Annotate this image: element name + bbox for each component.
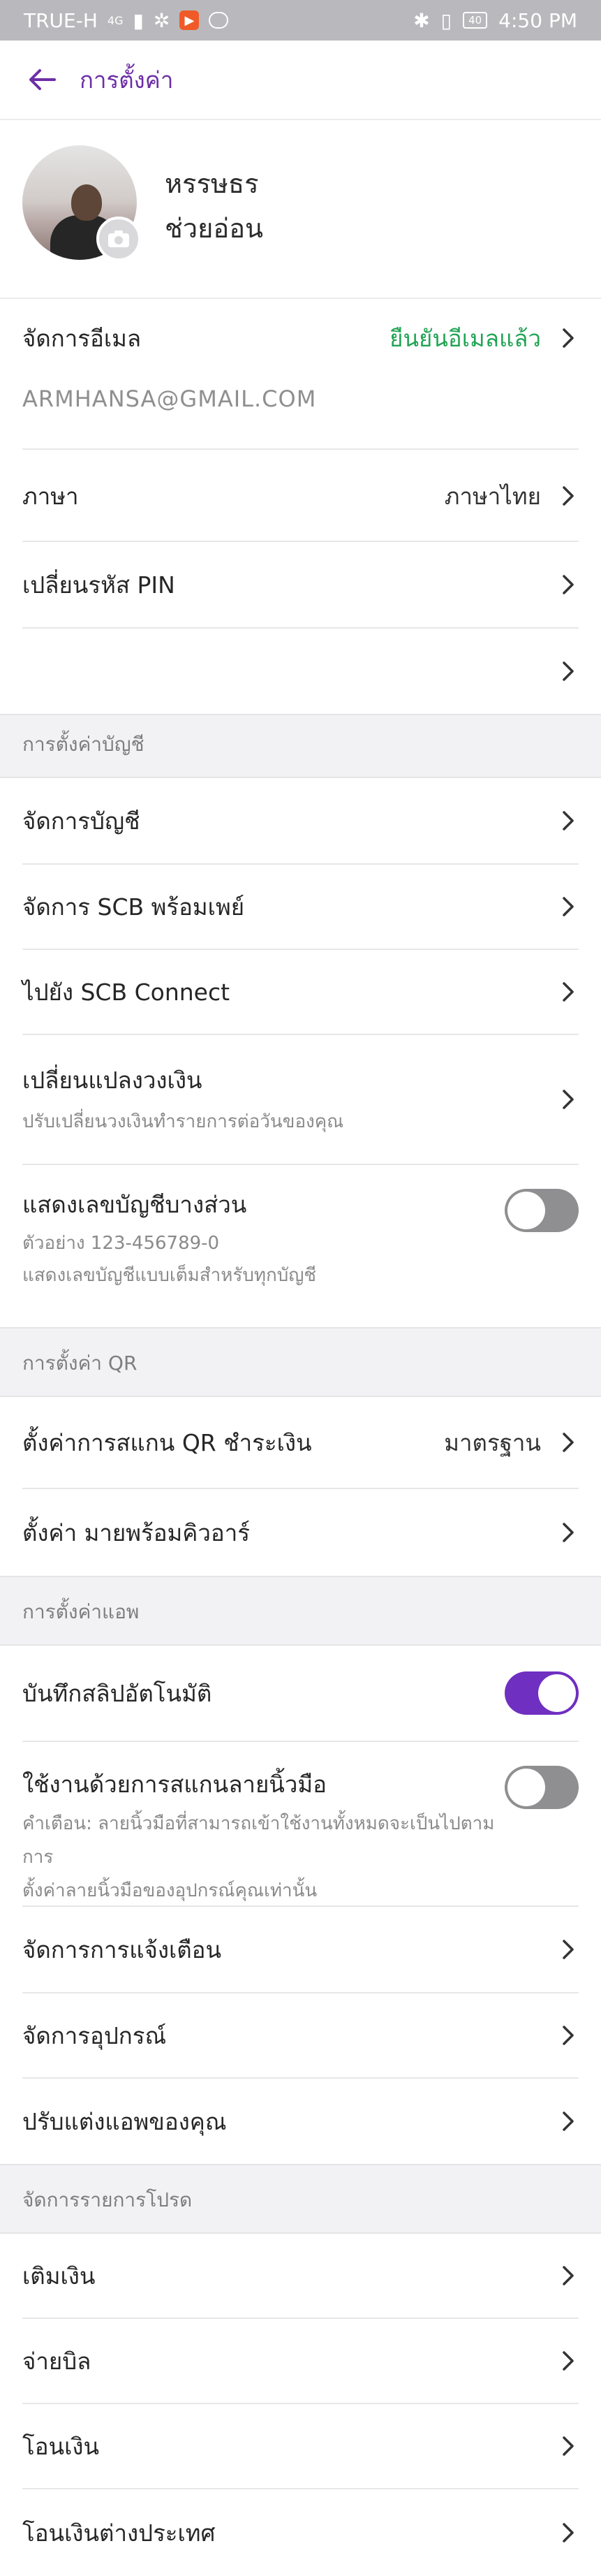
favorite-bill-pay-row[interactable]: จ่ายบิล: [0, 2319, 601, 2404]
chevron-right-icon: [558, 978, 579, 1006]
chevron-right-icon: [558, 1085, 579, 1113]
account-number-example: ตัวอย่าง 123-456789-0: [22, 1233, 220, 1254]
chevron-right-icon: [558, 1518, 579, 1546]
app-notification-icon: ▶: [179, 10, 200, 30]
scan-qr-value: มาตรฐาน: [444, 1428, 541, 1456]
favorite-transfer-row[interactable]: โอนเงิน: [0, 2404, 601, 2489]
fingerprint-toggle[interactable]: [505, 1766, 579, 1809]
profile-section: หรรษธร ช่วยอ่อน: [0, 120, 601, 299]
intl-transfer-label: โอนเงินต่างประเทศ: [22, 2519, 216, 2547]
promptpay-label: จัดการ SCB พร้อมเพย์: [22, 893, 245, 921]
promptpay-row[interactable]: จัดการ SCB พร้อมเพย์: [0, 865, 601, 950]
chevron-right-icon: [558, 657, 579, 685]
manage-email-label: จัดการอีเมล: [22, 324, 142, 352]
customize-app-row[interactable]: ปรับแต่งแอพของคุณ: [0, 2079, 601, 2164]
chevron-right-icon: [558, 2262, 579, 2290]
customize-app-label: ปรับแต่งแอพของคุณ: [22, 2107, 227, 2135]
auto-save-slip-row: บันทึกสลิปอัตโนมัติ: [0, 1646, 601, 1742]
language-label: ภาษา: [22, 482, 79, 510]
fingerprint-row: ใช้งานด้วยการสแกนลายนิ้วมือ คำเตือน: ลาย…: [0, 1742, 601, 1907]
chevron-right-icon: [558, 2432, 579, 2460]
auto-save-slip-toggle[interactable]: [505, 1671, 579, 1715]
clock-label: 4:50 PM: [498, 8, 577, 32]
manage-devices-row[interactable]: จัดการอุปกรณ์: [0, 1993, 601, 2079]
scan-qr-label: ตั้งค่าการสแกน QR ชำระเงิน: [22, 1428, 312, 1456]
scan-qr-settings-row[interactable]: ตั้งค่าการสแกน QR ชำระเงิน มาตรฐาน: [0, 1397, 601, 1489]
auto-save-slip-label: บันทึกสลิปอัตโนมัติ: [22, 1679, 212, 1707]
fingerprint-label: ใช้งานด้วยการสแกนลายนิ้วมือ: [22, 1771, 327, 1798]
bill-pay-label: จ่ายบิล: [22, 2347, 91, 2375]
chevron-right-icon: [558, 2519, 579, 2547]
change-pin-row[interactable]: เปลี่ยนรหัส PIN: [0, 542, 601, 629]
app-header: การตั้งค่า: [0, 41, 601, 120]
account-settings-section-header: การตั้งค่าบัญชี: [0, 714, 601, 778]
status-bar: TRUE-H 4G ▮ ✲ ▶ ✱ ▯ 40 4:50 PM: [0, 0, 601, 41]
manage-email-row[interactable]: จัดการอีเมล ยืนยันอีเมลแล้ว: [0, 299, 601, 377]
network-label: 4G: [107, 13, 124, 27]
partial-account-number-description: แสดงเลขบัญชีแบบเต็มสำหรับทุกบัญชี: [22, 1265, 317, 1286]
chevron-right-icon: [558, 324, 579, 352]
transfer-label: โอนเงิน: [22, 2432, 100, 2460]
back-button[interactable]: [24, 61, 60, 98]
camera-icon: [108, 230, 129, 247]
chevron-right-icon: [558, 807, 579, 835]
section-title: จัดการรายการโปรด: [22, 2188, 193, 2211]
email-address-row: [0, 377, 601, 450]
chevron-right-icon: [558, 893, 579, 921]
favorite-topup-row[interactable]: เติมเงิน: [0, 2234, 601, 2319]
back-arrow-icon: [29, 69, 56, 90]
signal-icon: ▮: [133, 8, 144, 32]
chevron-right-icon: [558, 2347, 579, 2375]
page-title: การตั้งค่า: [80, 66, 174, 94]
chevron-right-icon: [558, 482, 579, 510]
change-limit-label: เปลี่ยนแปลงวงเงิน: [22, 1066, 202, 1094]
change-pin-label: เปลี่ยนรหัส PIN: [22, 571, 175, 599]
change-photo-button[interactable]: [96, 217, 141, 261]
scb-connect-label: ไปยัง SCB Connect: [22, 978, 230, 1006]
blank-settings-row[interactable]: [0, 629, 601, 714]
merchant-qr-row[interactable]: ตั้งค่า มายพร้อมคิวอาร์: [0, 1489, 601, 1576]
chat-notification-icon: [209, 12, 229, 29]
email-verified-status: ยืนยันอีเมลแล้ว: [389, 324, 541, 352]
battery-icon: 40: [463, 12, 488, 29]
profile-last-name: ช่วยอ่อน: [165, 213, 264, 244]
chevron-right-icon: [558, 1428, 579, 1456]
bluetooth-icon: ✱: [413, 8, 430, 32]
partial-account-number-toggle[interactable]: [505, 1189, 579, 1232]
avatar-figure-head: [71, 184, 102, 221]
chevron-right-icon: [558, 2021, 579, 2049]
language-value: ภาษาไทย: [444, 482, 541, 510]
partial-account-number-label: แสดงเลขบัญชีบางส่วน: [22, 1191, 247, 1218]
manage-account-label: จัดการบัญชี: [22, 807, 140, 835]
section-title: การตั้งค่าบัญชี: [22, 733, 144, 756]
section-title: การตั้งค่าแอพ: [22, 1600, 140, 1623]
vibrate-icon: ▯: [440, 8, 452, 32]
manage-devices-label: จัดการอุปกรณ์: [22, 2021, 167, 2049]
carrier-label: TRUE-H: [24, 8, 98, 32]
merchant-qr-label: ตั้งค่า มายพร้อมคิวอาร์: [22, 1518, 250, 1546]
fingerprint-warning-line-2: ตั้งค่าลายนิ้วมือของอุปกรณ์คุณเท่านั้น: [22, 1880, 318, 1901]
chevron-right-icon: [558, 2107, 579, 2135]
qr-settings-section-header: การตั้งค่า QR: [0, 1327, 601, 1397]
scb-connect-row[interactable]: ไปยัง SCB Connect: [0, 950, 601, 1035]
language-row[interactable]: ภาษา ภาษาไทย: [0, 451, 601, 542]
fingerprint-warning-line-1: คำเตือน: ลายนิ้วมือที่สามารถเข้าใช้งานทั…: [22, 1813, 495, 1868]
topup-label: เติมเงิน: [22, 2262, 96, 2290]
sparkle-icon: ✲: [153, 8, 170, 32]
favorite-intl-transfer-row[interactable]: โอนเงินต่างประเทศ: [0, 2489, 601, 2576]
chevron-right-icon: [558, 571, 579, 599]
change-limit-description: ปรับเปลี่ยนวงเงินทำรายการต่อวันของคุณ: [22, 1111, 344, 1132]
app-settings-section-header: การตั้งค่าแอพ: [0, 1576, 601, 1646]
manage-notifications-row[interactable]: จัดการการแจ้งเตือน: [0, 1907, 601, 1993]
change-limit-row[interactable]: เปลี่ยนแปลงวงเงิน ปรับเปลี่ยนวงเงินทำราย…: [0, 1035, 601, 1165]
manage-notifications-label: จัดการการแจ้งเตือน: [22, 1935, 222, 1963]
profile-first-name: หรรษธร: [165, 168, 259, 199]
section-title: การตั้งค่า QR: [22, 1352, 138, 1375]
manage-account-row[interactable]: จัดการบัญชี: [0, 778, 601, 865]
chevron-right-icon: [558, 1935, 579, 1963]
favorites-section-header: จัดการรายการโปรด: [0, 2164, 601, 2234]
partial-account-number-row: แสดงเลขบัญชีบางส่วน ตัวอย่าง 123-456789-…: [0, 1165, 601, 1327]
